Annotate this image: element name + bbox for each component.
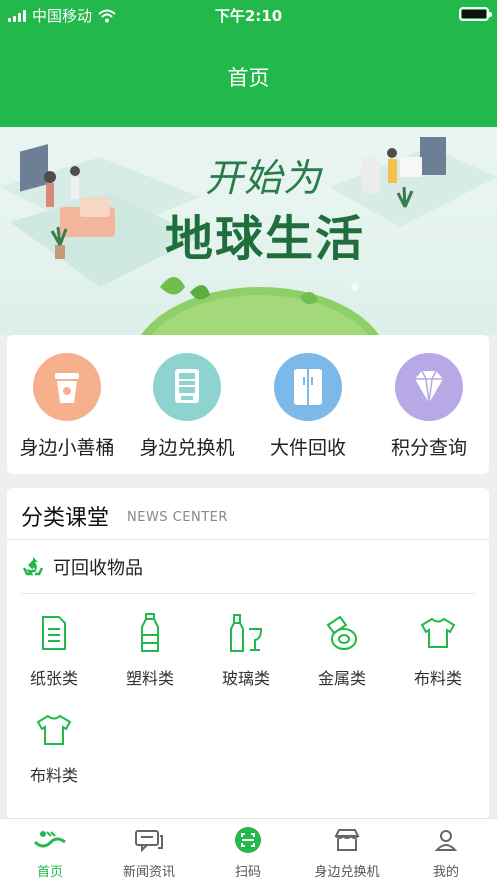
battery-icon	[459, 7, 492, 21]
category-label: 纸张类	[29, 669, 78, 688]
tab-scan[interactable]: 扫码	[198, 825, 298, 880]
recyclable-header: 可回收物品	[21, 554, 143, 580]
bottom-tab-bar: 首页 新闻资讯 扫码 身边兑换机 我的	[0, 818, 497, 883]
refrigerator-icon	[274, 353, 342, 421]
page-title: 首页	[227, 66, 270, 90]
shop-icon	[334, 829, 360, 851]
section-label: 可回收物品	[53, 558, 143, 579]
divider	[7, 539, 489, 540]
tab-label: 我的	[432, 865, 459, 880]
category-fabric[interactable]: 布料类	[9, 708, 99, 786]
category-label: 金属类	[317, 669, 366, 688]
plastic-bottle-icon	[141, 613, 159, 652]
shortcut-nearby-bin[interactable]: 身边小善桶	[7, 353, 127, 460]
category-paper[interactable]: 纸张类	[9, 611, 99, 689]
tshirt-icon	[36, 714, 72, 745]
section-title: 分类课堂	[21, 506, 110, 531]
category-label: 布料类	[29, 766, 78, 785]
shortcut-exchange-machine[interactable]: 身边兑换机	[127, 353, 247, 460]
status-bar: 中国移动 下午2:10	[0, 0, 497, 28]
news-icon	[135, 830, 163, 852]
tab-news[interactable]: 新闻资讯	[99, 825, 199, 880]
category-plastic[interactable]: 塑料类	[105, 611, 195, 689]
shortcut-label: 积分查询	[390, 437, 467, 459]
banner-slogan-main: 地球生活	[165, 211, 366, 267]
promo-banner[interactable]: 开始为 地球生活	[0, 127, 497, 335]
tab-label: 扫码	[234, 865, 261, 880]
shortcut-points-query[interactable]: 积分查询	[369, 353, 489, 460]
category-label: 塑料类	[125, 669, 174, 688]
shortcut-bulky-recycle[interactable]: 大件回收	[248, 353, 368, 460]
paper-icon	[42, 616, 66, 650]
app-header: 中国移动 下午2:10 首页	[0, 0, 497, 127]
shortcut-card: 身边小善桶 身边兑换机 大件回收 积分查询	[7, 335, 489, 474]
category-label: 玻璃类	[221, 669, 270, 688]
glass-bottle-icon	[230, 614, 263, 652]
divider	[21, 593, 475, 594]
category-label: 布料类	[413, 669, 462, 688]
tab-label: 身边兑换机	[314, 865, 380, 880]
tab-label: 新闻资讯	[122, 865, 175, 880]
exchange-machine-icon	[153, 353, 221, 421]
tab-mine[interactable]: 我的	[396, 825, 496, 880]
section-subtitle: NEWS CENTER	[127, 510, 228, 525]
metal-can-icon	[326, 615, 357, 650]
shortcut-label: 身边兑换机	[139, 437, 235, 459]
status-time: 下午2:10	[214, 7, 283, 25]
recycle-icon	[22, 557, 44, 576]
category-fabric[interactable]: 布料类	[393, 611, 483, 689]
trash-bin-icon	[33, 353, 101, 421]
user-icon	[434, 830, 458, 851]
tab-exchange-machine[interactable]: 身边兑换机	[297, 825, 397, 880]
home-icon	[33, 831, 66, 848]
shortcut-label: 身边小善桶	[19, 437, 115, 459]
tab-home[interactable]: 首页	[0, 825, 100, 880]
tab-label: 首页	[36, 865, 63, 880]
banner-slogan-top: 开始为	[205, 156, 323, 200]
category-metal[interactable]: 金属类	[297, 611, 387, 689]
scan-icon	[235, 827, 261, 853]
shortcut-label: 大件回收	[269, 437, 346, 459]
tshirt-icon	[420, 617, 456, 648]
category-glass[interactable]: 玻璃类	[201, 611, 291, 689]
classroom-card: 分类课堂 NEWS CENTER 可回收物品 纸张类 塑料类 玻璃类 金属类 布…	[7, 488, 489, 828]
diamond-icon	[395, 353, 463, 421]
